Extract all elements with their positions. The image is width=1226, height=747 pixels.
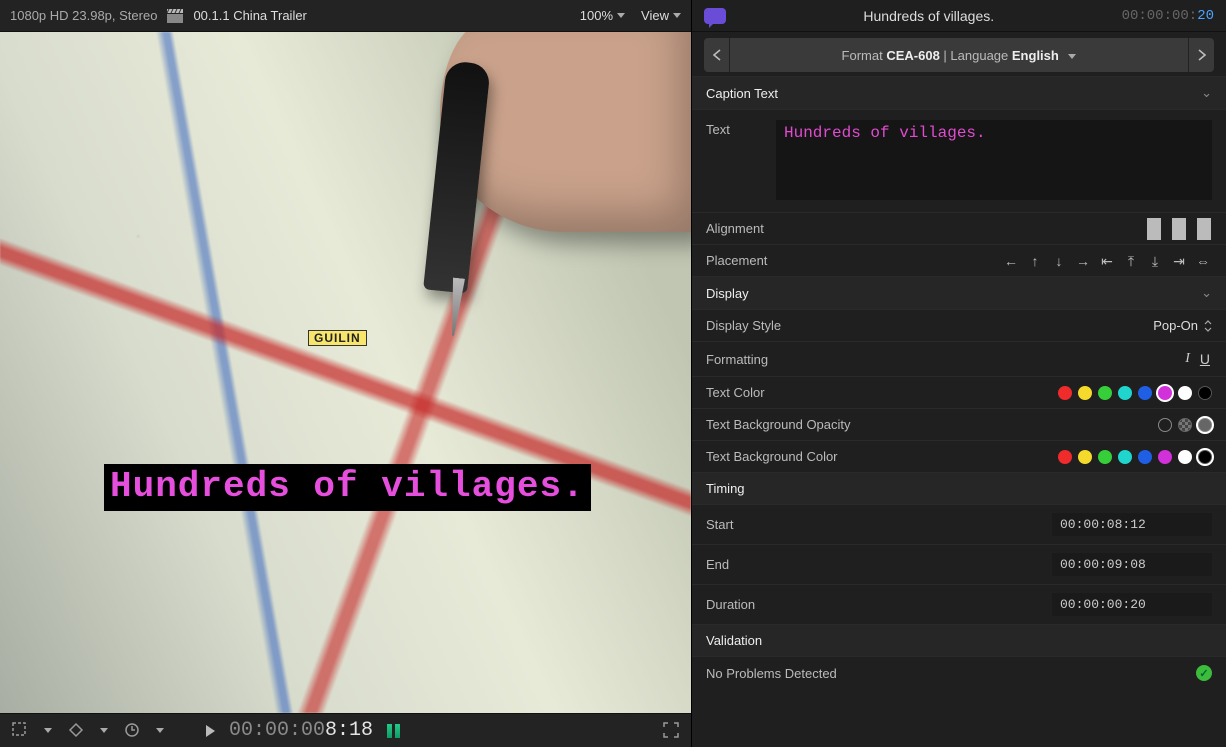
text-row: Text [692, 109, 1226, 212]
bg-color-swatch[interactable] [1198, 450, 1212, 464]
inspector-timecode: 00:00:00:20 [1122, 8, 1214, 24]
viewer-canvas[interactable]: GUILIN Hundreds of villages. [0, 32, 691, 713]
viewer-timecode[interactable]: 00:00:008:18 [229, 719, 373, 742]
section-display[interactable]: Display ⌄ [692, 276, 1226, 309]
start-timecode-field[interactable]: 00:00:08:12 [1052, 513, 1212, 536]
placement-center-button[interactable]: ⇔ [1194, 254, 1212, 268]
formatting-row: Formatting I U [692, 341, 1226, 376]
text-color-swatch[interactable] [1158, 386, 1172, 400]
end-timecode-field[interactable]: 00:00:09:08 [1052, 553, 1212, 576]
view-dropdown[interactable]: View [641, 8, 681, 23]
duration-timecode-field[interactable]: 00:00:00:20 [1052, 593, 1212, 616]
text-color-swatch[interactable] [1078, 386, 1092, 400]
format-language-bar: Format CEA-608 | Language English [704, 38, 1214, 72]
text-bg-opacity-row: Text Background Opacity [692, 408, 1226, 440]
clip-name: 00.1.1 China Trailer [193, 8, 306, 23]
text-bg-color-row: Text Background Color [692, 440, 1226, 472]
section-validation: Validation [692, 624, 1226, 656]
zoom-value: 100% [580, 8, 613, 23]
placement-bottom-button[interactable]: ⤓ [1146, 254, 1164, 268]
validation-row: No Problems Detected ✓ [692, 656, 1226, 689]
text-color-row: Text Color [692, 376, 1226, 408]
play-button[interactable] [206, 725, 215, 737]
format-language-dropdown[interactable]: Format CEA-608 | Language English [730, 48, 1188, 63]
caption-icon [704, 8, 726, 24]
underline-button[interactable]: U [1198, 350, 1212, 368]
timing-start-row: Start 00:00:08:12 [692, 504, 1226, 544]
italic-button[interactable]: I [1183, 350, 1192, 368]
timing-end-row: End 00:00:09:08 [692, 544, 1226, 584]
bg-color-swatch[interactable] [1158, 450, 1172, 464]
placement-down-button[interactable]: ↓ [1050, 254, 1068, 268]
transform-menu-icon[interactable] [66, 720, 86, 742]
crop-menu-icon[interactable] [10, 720, 30, 742]
bg-opacity-swatch[interactable] [1178, 418, 1192, 432]
audio-meters [387, 724, 400, 738]
validation-ok-icon: ✓ [1196, 665, 1212, 681]
placement-far-left-button[interactable]: ⇤ [1098, 254, 1116, 268]
text-label: Text [706, 120, 766, 137]
next-caption-button[interactable] [1188, 38, 1214, 72]
bg-color-swatch[interactable] [1138, 450, 1152, 464]
caption-overlay-text: Hundreds of villages. [110, 466, 585, 507]
chevron-down-icon: ⌄ [1201, 85, 1212, 101]
bg-color-swatch[interactable] [1098, 450, 1112, 464]
display-style-select[interactable]: Pop-On [1153, 318, 1212, 333]
bg-color-swatch[interactable] [1118, 450, 1132, 464]
placement-left-button[interactable]: ← [1002, 254, 1020, 268]
pen-graphic [380, 32, 691, 382]
section-caption-text[interactable]: Caption Text ⌄ [692, 76, 1226, 109]
chevron-down-icon [100, 728, 108, 733]
caption-overlay[interactable]: Hundreds of villages. [104, 464, 591, 511]
display-style-row: Display Style Pop-On [692, 309, 1226, 341]
text-color-swatch[interactable] [1118, 386, 1132, 400]
timing-duration-row: Duration 00:00:00:20 [692, 584, 1226, 624]
section-timing: Timing [692, 472, 1226, 504]
placement-top-button[interactable]: ⤒ [1122, 254, 1140, 268]
placement-right-button[interactable]: → [1074, 254, 1092, 268]
tc-dim: 00:00:00 [229, 719, 325, 742]
zoom-dropdown[interactable]: 100% [580, 8, 625, 23]
text-color-swatch[interactable] [1058, 386, 1072, 400]
bg-opacity-swatch[interactable] [1198, 418, 1212, 432]
align-left-button[interactable] [1146, 222, 1164, 236]
bg-color-swatch[interactable] [1078, 450, 1092, 464]
chevron-down-icon [44, 728, 52, 733]
align-right-button[interactable] [1194, 222, 1212, 236]
clapperboard-icon [167, 9, 183, 23]
chevron-down-icon [617, 13, 625, 18]
inspector-title: Hundreds of villages. [736, 8, 1122, 24]
text-color-swatch[interactable] [1178, 386, 1192, 400]
placement-far-right-button[interactable]: ⇥ [1170, 254, 1188, 268]
prev-caption-button[interactable] [704, 38, 730, 72]
map-city-label: GUILIN [308, 330, 367, 346]
text-color-swatch[interactable] [1138, 386, 1152, 400]
chevron-down-icon [673, 13, 681, 18]
viewer-format: 1080p HD 23.98p, Stereo [10, 8, 157, 23]
placement-up-button[interactable]: ↑ [1026, 254, 1044, 268]
text-color-swatch[interactable] [1098, 386, 1112, 400]
chevron-down-icon [1068, 54, 1076, 59]
placement-row: Placement ← ↑ ↓ → ⇤ ⤒ ⤓ ⇥ ⇔ [692, 244, 1226, 276]
text-color-swatch[interactable] [1198, 386, 1212, 400]
stepper-icon [1204, 320, 1212, 332]
caption-inspector: Hundreds of villages. 00:00:00:20 Format… [692, 0, 1226, 747]
view-label: View [641, 8, 669, 23]
tc-bright: 8:18 [325, 719, 373, 742]
caption-text-input[interactable] [776, 120, 1212, 200]
fullscreen-icon[interactable] [661, 720, 681, 742]
align-center-button[interactable] [1170, 222, 1188, 236]
bg-color-swatch[interactable] [1178, 450, 1192, 464]
retime-menu-icon[interactable] [122, 720, 142, 742]
bg-color-swatch[interactable] [1058, 450, 1072, 464]
bg-opacity-swatch[interactable] [1158, 418, 1172, 432]
chevron-down-icon [156, 728, 164, 733]
viewer-header: 1080p HD 23.98p, Stereo 00.1.1 China Tra… [0, 0, 691, 32]
chevron-down-icon: ⌄ [1201, 285, 1212, 301]
viewer-footer: 00:00:008:18 [0, 713, 691, 747]
alignment-row: Alignment [692, 212, 1226, 244]
